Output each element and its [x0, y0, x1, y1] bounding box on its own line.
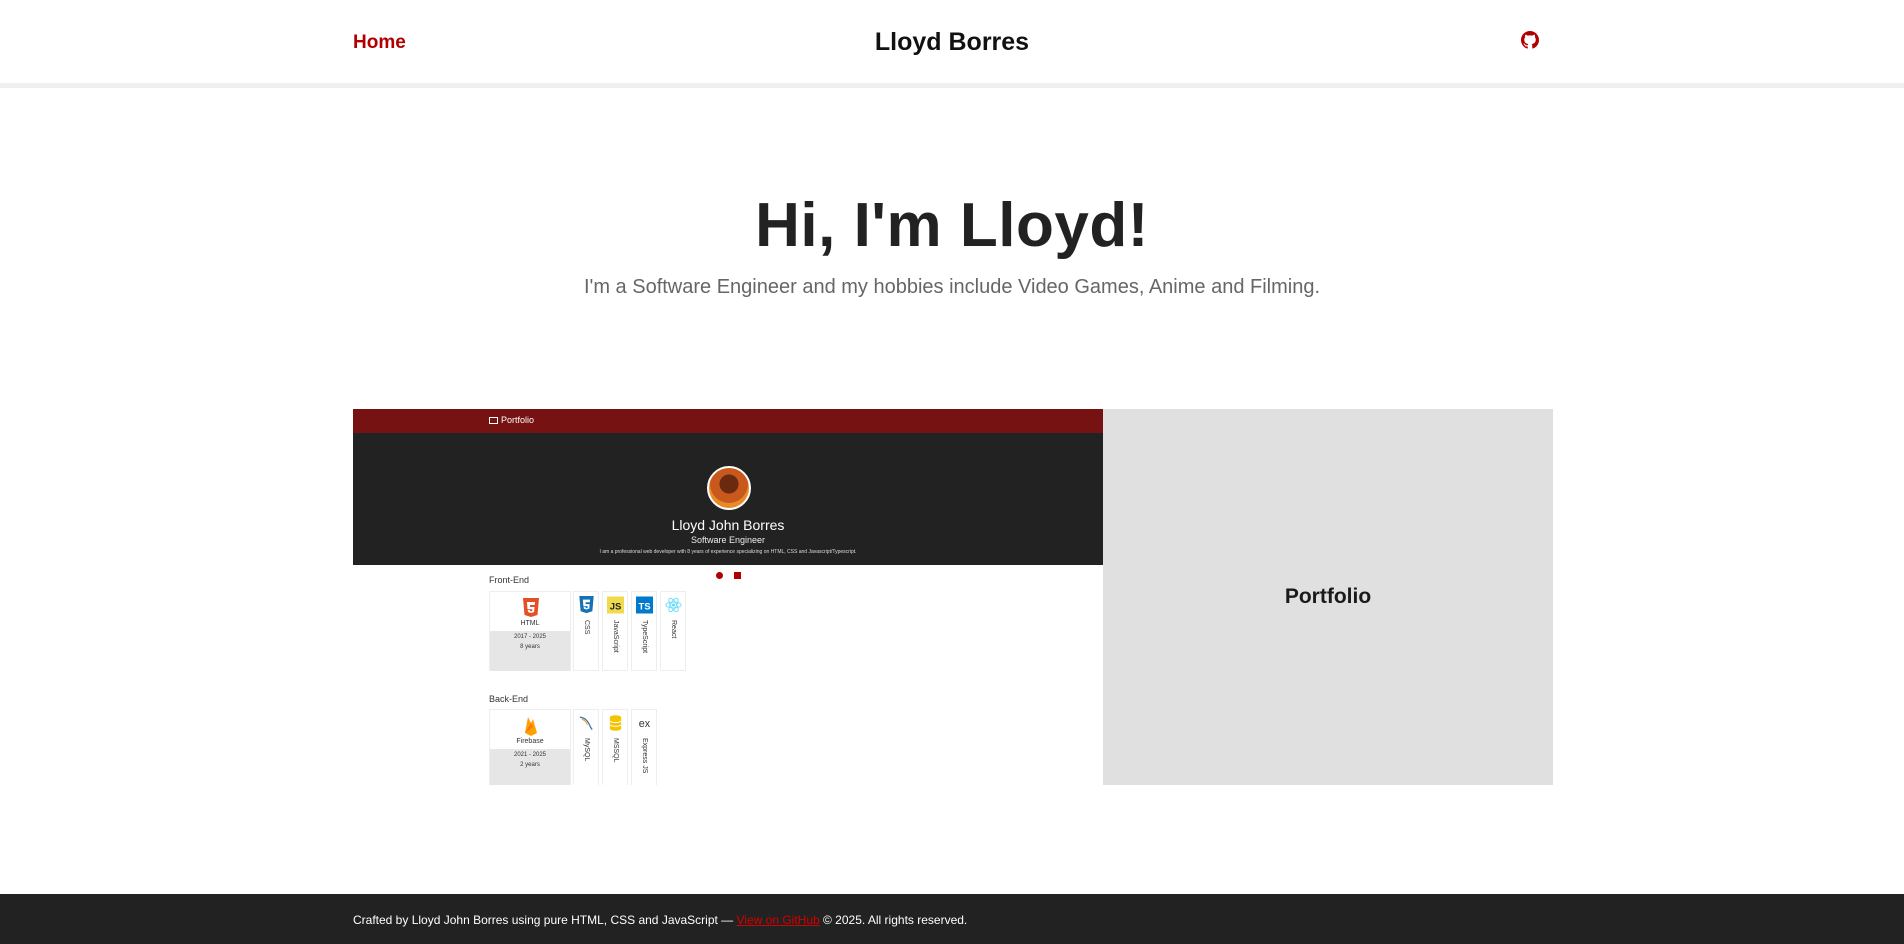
- mysql-icon: [579, 716, 593, 730]
- footer-copyright: © 2025. All rights reserved.: [819, 913, 968, 927]
- hero-subtitle: I'm a Software Engineer and my hobbies i…: [583, 276, 1321, 298]
- svg-text:TS: TS: [638, 602, 650, 613]
- card-icon: [489, 417, 498, 424]
- project-label-panel[interactable]: Portfolio: [1103, 409, 1553, 785]
- section-back-end: Back-End: [489, 694, 529, 704]
- preview-role: Software Engineer: [690, 535, 766, 545]
- skill-card-mysql: MySQL: [573, 709, 599, 785]
- html5-icon: [523, 598, 539, 617]
- preview-name: Lloyd John Borres: [671, 517, 785, 533]
- hero-title: Hi, I'm Lloyd!: [755, 191, 1149, 260]
- svg-text:ex: ex: [639, 718, 651, 730]
- skill-card-html: HTML 2017 - 2025 8 years: [489, 591, 571, 671]
- preview-description: I am a professional web developer with 8…: [599, 549, 857, 555]
- preview-hero: Lloyd John Borres Software Engineer I am…: [353, 433, 1103, 579]
- github-icon: [1521, 31, 1539, 49]
- linkedin-icon: [734, 572, 741, 579]
- skill-card-javascript: JS JavaScript: [602, 591, 628, 671]
- preview-navbar: Portfolio: [353, 409, 1103, 433]
- section-front-end: Front-End: [489, 575, 530, 585]
- github-icon: [716, 572, 723, 579]
- footer-github-link[interactable]: View on GitHub: [737, 913, 820, 927]
- site-header: Home Lloyd Borres: [0, 0, 1904, 88]
- skill-card-mssql: MSSQL: [602, 709, 628, 785]
- project-label: Portfolio: [1284, 585, 1372, 608]
- express-icon: ex: [639, 718, 651, 730]
- database-icon: [609, 715, 622, 731]
- github-link[interactable]: [1521, 31, 1541, 51]
- skill-card-express: ex Express JS: [631, 709, 657, 785]
- typescript-icon: TS: [636, 596, 653, 614]
- preview-bar-title: Portfolio: [501, 415, 535, 425]
- site-footer: Crafted by Lloyd John Borres using pure …: [0, 894, 1904, 944]
- skill-card-firebase: Firebase 2021 - 2025 2 years: [489, 709, 571, 785]
- react-icon: [665, 597, 682, 613]
- project-card-portfolio[interactable]: Portfolio Lloyd John Borres Software Eng…: [353, 409, 1553, 785]
- skill-card-react: React: [660, 591, 686, 671]
- skill-card-css: CSS: [573, 591, 599, 671]
- footer-text: Crafted by Lloyd John Borres using pure …: [353, 913, 967, 927]
- avatar: [707, 466, 751, 510]
- site-title: Lloyd Borres: [874, 28, 1030, 56]
- firebase-icon: [525, 717, 537, 736]
- project-preview-image: Portfolio Lloyd John Borres Software Eng…: [353, 409, 1103, 785]
- skill-card-typescript: TS TypeScript: [631, 591, 657, 671]
- javascript-icon: JS: [607, 596, 624, 614]
- svg-text:JS: JS: [610, 602, 622, 613]
- css3-icon: [579, 596, 594, 614]
- footer-credit: Crafted by Lloyd John Borres using pure …: [353, 913, 737, 927]
